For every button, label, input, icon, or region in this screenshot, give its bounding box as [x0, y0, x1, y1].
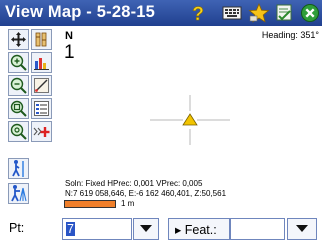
heading-readout: Heading: 351° — [261, 30, 319, 40]
zoom-extents-icon — [10, 100, 27, 117]
pan-tool[interactable] — [8, 29, 29, 50]
surveyor-tripod-icon — [11, 185, 27, 202]
chevron-down-icon — [140, 225, 152, 232]
pan-arrows-icon — [11, 32, 26, 47]
edit-button[interactable] — [273, 2, 297, 24]
draw-line-icon — [34, 78, 49, 93]
north-indicator-label: N — [65, 30, 73, 42]
feature-dropdown-button[interactable] — [287, 218, 317, 240]
map-crosshair — [150, 95, 230, 145]
north-indicator-value: 1 — [64, 42, 75, 63]
solution-status: Soln: Fixed HPrec: 0,001 VPrec: 0,005 — [65, 179, 203, 188]
feature-button-label: ▸ Feat.: — [175, 222, 217, 237]
layers-icon — [35, 32, 47, 47]
title-bar: View Map - 5-28-15 ? — [0, 0, 322, 26]
svg-text:?: ? — [192, 4, 204, 23]
bar-chart-icon — [34, 58, 49, 70]
point-dropdown-button[interactable] — [133, 218, 159, 240]
coordinates-readout: N:7 619 058,646, E:-6 162 460,401, Z:50,… — [65, 189, 227, 198]
feature-input[interactable] — [230, 218, 285, 240]
window-title: View Map - 5-28-15 — [5, 3, 156, 21]
zoom-window-tool[interactable] — [8, 121, 29, 142]
help-icon: ? — [192, 4, 204, 23]
help-button[interactable]: ? — [186, 2, 210, 24]
zoom-window-icon — [10, 123, 27, 140]
draw-tool[interactable] — [31, 75, 52, 96]
point-input[interactable]: 7 — [62, 218, 132, 240]
zoom-out-tool[interactable] — [8, 75, 29, 96]
zoom-in-tool[interactable] — [8, 52, 29, 73]
chart-tool[interactable] — [31, 52, 52, 73]
close-button[interactable] — [298, 2, 322, 24]
survey-tool[interactable] — [8, 183, 29, 204]
zoom-out-icon — [10, 77, 27, 94]
edit-document-icon — [276, 4, 292, 21]
feature-button[interactable]: ▸ Feat.: — [168, 218, 230, 240]
favorites-button[interactable] — [247, 2, 271, 24]
stakeout-tool[interactable] — [8, 158, 29, 179]
layers-tool[interactable] — [31, 29, 52, 50]
chevron-down-icon — [296, 225, 308, 232]
add-point-tool[interactable] — [31, 121, 52, 142]
list-tool[interactable] — [31, 98, 52, 119]
add-point-icon — [33, 127, 50, 137]
zoom-extents-tool[interactable] — [8, 98, 29, 119]
keyboard-icon — [222, 6, 242, 20]
position-marker-icon — [182, 113, 198, 126]
star-icon — [248, 3, 270, 23]
close-icon — [301, 4, 319, 22]
scale-bar — [64, 200, 116, 208]
scale-label: 1 m — [121, 199, 135, 208]
zoom-in-icon — [10, 54, 27, 71]
keyboard-button[interactable] — [220, 2, 244, 24]
list-icon — [34, 101, 49, 116]
point-label: Pt: — [9, 221, 25, 235]
point-input-value: 7 — [66, 222, 75, 236]
surveyor-walking-icon — [12, 160, 24, 177]
